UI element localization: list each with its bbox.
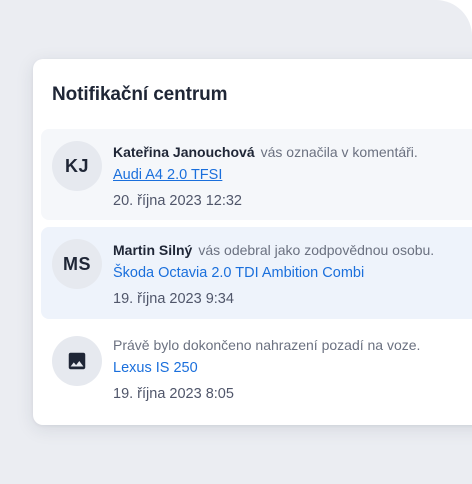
notification-center-panel: Notifikační centrum KJ Kateřina Janoucho… xyxy=(33,59,472,425)
notification-timestamp: 20. října 2023 12:32 xyxy=(113,193,242,209)
image-icon xyxy=(68,352,86,370)
notification-item[interactable]: MS Martin Silný vás odebral jako zodpověd… xyxy=(41,227,472,319)
panel-title: Notifikační centrum xyxy=(52,84,228,105)
notification-message: Martin Silný vás odebral jako zodpovědnou… xyxy=(113,242,434,258)
vehicle-link[interactable]: Lexus IS 250 xyxy=(113,360,198,376)
notification-action: Právě bylo dokončeno nahrazení pozadí na… xyxy=(113,337,421,353)
avatar xyxy=(52,336,102,386)
notification-actor: Kateřina Janouchová xyxy=(113,144,255,160)
avatar: KJ xyxy=(52,141,102,191)
notification-item[interactable]: Právě bylo dokončeno nahrazení pozadí na… xyxy=(41,326,472,417)
notification-timestamp: 19. října 2023 8:05 xyxy=(113,386,234,402)
notification-message: Právě bylo dokončeno nahrazení pozadí na… xyxy=(113,337,420,353)
notification-action: vás označila v komentáři. xyxy=(260,144,418,160)
vehicle-link[interactable]: Audi A4 2.0 TFSI xyxy=(113,167,222,183)
notification-timestamp: 19. října 2023 9:34 xyxy=(113,291,234,307)
notification-item[interactable]: KJ Kateřina Janouchová vás označila v kom… xyxy=(41,129,472,220)
notification-message: Kateřina Janouchová vás označila v koment… xyxy=(113,144,418,160)
avatar: MS xyxy=(52,239,102,289)
vehicle-link[interactable]: Škoda Octavia 2.0 TDI Ambition Combi xyxy=(113,265,364,281)
notification-action: vás odebral jako zodpovědnou osobu. xyxy=(198,242,435,258)
notification-actor: Martin Silný xyxy=(113,242,193,258)
